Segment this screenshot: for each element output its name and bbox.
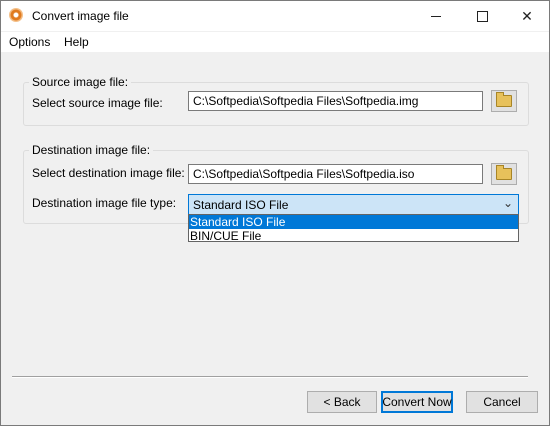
footer-separator xyxy=(12,376,528,378)
convert-now-button[interactable]: Convert Now xyxy=(381,391,453,413)
destination-type-value: Standard ISO File xyxy=(193,198,289,212)
folder-icon xyxy=(496,92,512,107)
cancel-button[interactable]: Cancel xyxy=(466,391,538,413)
dialog-window: Convert image file ✕ Options Help Source… xyxy=(0,0,550,426)
source-file-label: Select source image file: xyxy=(32,96,163,110)
back-button[interactable]: < Back xyxy=(307,391,377,413)
menu-help[interactable]: Help xyxy=(64,35,89,49)
destination-type-dropdown: Standard ISO File BIN/CUE File xyxy=(188,214,519,243)
minimize-button[interactable] xyxy=(413,1,459,31)
destination-group-title: Destination image file: xyxy=(29,143,154,157)
source-group-title: Source image file: xyxy=(29,75,132,89)
destination-file-input[interactable]: C:\Softpedia\Softpedia Files\Softpedia.i… xyxy=(188,164,483,184)
destination-type-label: Destination image file type: xyxy=(32,196,177,210)
title-bar: Convert image file ✕ xyxy=(1,1,549,31)
menu-options[interactable]: Options xyxy=(9,35,50,49)
destination-browse-button[interactable] xyxy=(491,163,517,185)
disc-icon xyxy=(9,8,23,22)
maximize-button[interactable] xyxy=(459,1,505,31)
minimize-icon xyxy=(431,15,441,17)
folder-icon xyxy=(496,165,512,180)
window-title: Convert image file xyxy=(32,9,129,23)
option-standard-iso[interactable]: Standard ISO File xyxy=(189,215,518,229)
destination-type-select[interactable]: Standard ISO File ⌄ xyxy=(188,194,519,215)
chevron-down-icon: ⌄ xyxy=(502,196,513,210)
close-icon: ✕ xyxy=(521,7,533,24)
source-file-input[interactable]: C:\Softpedia\Softpedia Files\Softpedia.i… xyxy=(188,91,483,111)
close-button[interactable]: ✕ xyxy=(504,1,550,31)
menu-bar: Options Help xyxy=(1,32,549,52)
destination-file-label: Select destination image file: xyxy=(32,166,185,180)
maximize-icon xyxy=(476,10,488,22)
source-browse-button[interactable] xyxy=(491,90,517,112)
option-bin-cue[interactable]: BIN/CUE File xyxy=(189,229,518,243)
